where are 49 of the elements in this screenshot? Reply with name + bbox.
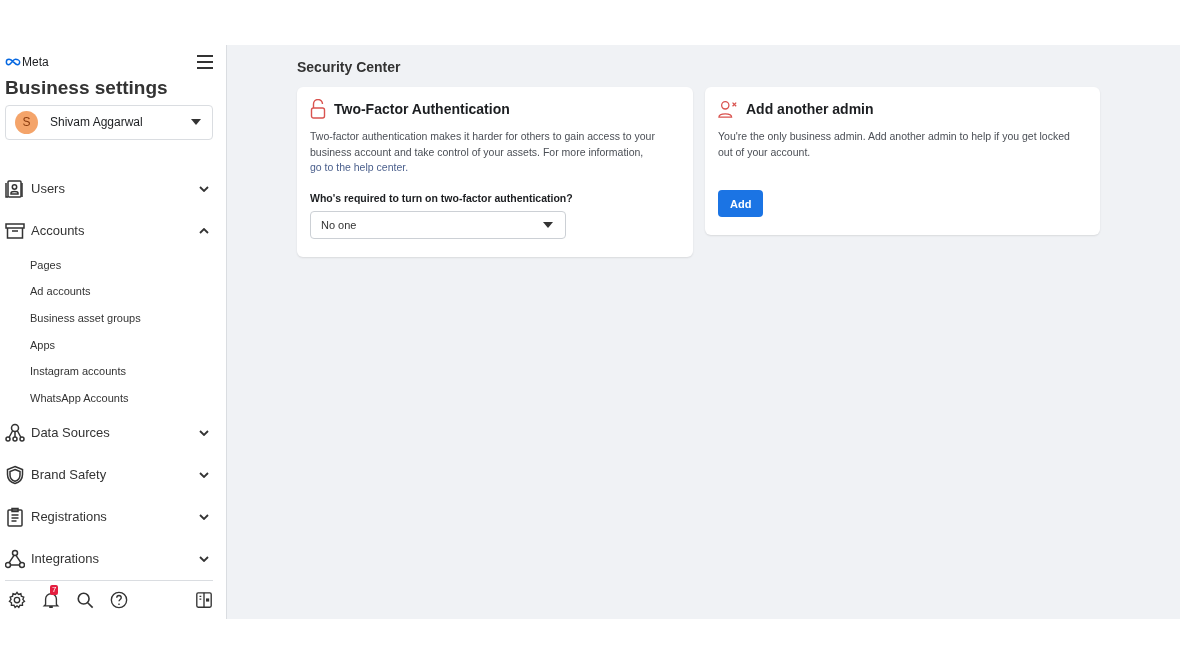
- chevron-down-icon: [199, 513, 209, 520]
- nav-item[interactable]: Accounts: [5, 209, 213, 252]
- chevron-down-icon: [199, 555, 209, 562]
- section-title: Security Center: [297, 59, 402, 75]
- card-title: Add another admin: [746, 101, 874, 117]
- help-icon[interactable]: [110, 590, 128, 609]
- account-selector[interactable]: S Shivam Aggarwal: [5, 105, 213, 140]
- avatar: S: [15, 110, 38, 134]
- notification-badge: 7: [50, 584, 59, 595]
- notifications-icon[interactable]: [42, 590, 60, 609]
- chevron-up-icon: [199, 227, 209, 234]
- chevron-down-icon: [199, 429, 209, 436]
- search-icon[interactable]: [76, 590, 94, 609]
- triangle-nodes-icon: [5, 548, 25, 569]
- nav-item[interactable]: Data Sources: [5, 411, 213, 454]
- settings-icon[interactable]: [8, 590, 26, 609]
- nav-item[interactable]: Brand Safety: [5, 453, 213, 496]
- page-title: Business settings: [5, 77, 169, 99]
- help-center-link[interactable]: go to the help center.: [310, 161, 409, 173]
- nav-subitem[interactable]: Ad accounts: [5, 278, 213, 305]
- card-title: Two-Factor Authentication: [334, 101, 510, 117]
- clipboard-icon: [5, 506, 25, 527]
- network-icon: [5, 422, 25, 443]
- nav-subitem[interactable]: Instagram accounts: [5, 358, 213, 385]
- unlocked-padlock-icon: [310, 99, 326, 119]
- nav-item[interactable]: Integrations: [5, 537, 213, 580]
- caret-icon: [543, 221, 553, 228]
- panel-toggle-icon[interactable]: [195, 590, 213, 609]
- requirement-dropdown[interactable]: No one: [310, 210, 566, 239]
- card-description: Two-factor authentication makes it harder for others to gain access to your business account and take control of your assets. For more information, go to the help center.: [310, 129, 656, 175]
- caret-icon: [191, 119, 201, 126]
- id-card-icon: [5, 178, 25, 199]
- infinity-icon: [5, 58, 21, 66]
- nav-subitem[interactable]: Pages: [5, 251, 213, 279]
- chevron-down-icon: [199, 185, 209, 192]
- archive-box-icon: [5, 220, 25, 241]
- card-description: You're the only business admin. Add another admin to help if you get locked out of your account.: [718, 129, 1071, 160]
- chevron-down-icon: [199, 471, 209, 478]
- field-label: Who's required to turn on two-factor authentication?: [310, 191, 574, 204]
- shield-icon: [5, 464, 25, 485]
- meta-logo[interactable]: Meta: [5, 55, 49, 69]
- add-button[interactable]: Add: [718, 190, 764, 217]
- nav-subitem[interactable]: Business asset groups: [5, 304, 213, 332]
- add-person-icon: [718, 99, 738, 119]
- nav-subitem[interactable]: Apps: [5, 331, 213, 359]
- menu-icon[interactable]: [197, 55, 213, 69]
- nav-item[interactable]: Users: [5, 167, 213, 210]
- nav-item[interactable]: Registrations: [5, 495, 213, 538]
- nav-subitem[interactable]: WhatsApp Accounts: [5, 385, 213, 412]
